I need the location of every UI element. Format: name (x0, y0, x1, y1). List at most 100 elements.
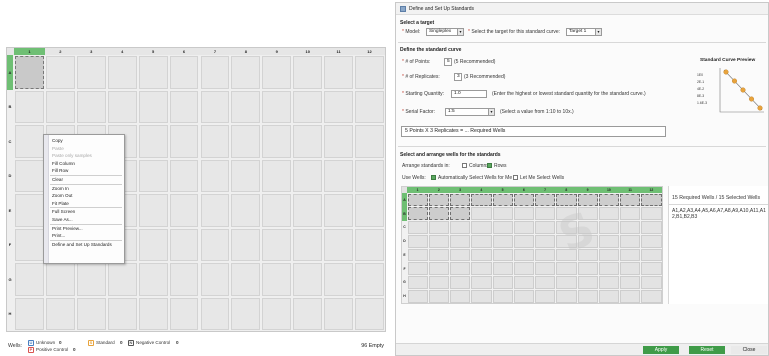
mini-plate-well[interactable] (556, 193, 577, 207)
mini-plate-column-label[interactable]: 9 (577, 187, 599, 193)
rows-checkbox[interactable] (487, 163, 492, 168)
plate-well[interactable] (15, 56, 44, 89)
plate-well[interactable] (45, 56, 75, 89)
plate-well[interactable] (107, 297, 137, 330)
plate-row-label[interactable]: E (7, 193, 13, 228)
mini-plate-well[interactable] (641, 276, 662, 289)
mini-plate-column-label[interactable]: 12 (640, 187, 662, 193)
plate-well[interactable] (262, 90, 292, 123)
plate-well[interactable] (231, 90, 261, 123)
model-select[interactable]: Singleplex ▼ (426, 28, 464, 36)
mini-plate-well[interactable] (577, 207, 598, 220)
plate-well[interactable] (262, 194, 292, 227)
mini-plate-well[interactable] (641, 207, 662, 220)
plate-well[interactable] (107, 56, 137, 89)
plate-well[interactable] (76, 56, 106, 89)
auto-select-checkbox[interactable] (431, 175, 436, 180)
plate-well[interactable] (107, 90, 137, 123)
mini-plate-well[interactable] (513, 289, 534, 303)
plate-well[interactable] (107, 263, 137, 296)
plate-well[interactable] (262, 263, 292, 296)
plate-well[interactable] (324, 194, 354, 227)
plate-well[interactable] (200, 159, 230, 192)
context-menu-item[interactable]: Zoom In (52, 186, 69, 191)
mini-plate-well[interactable] (598, 262, 619, 275)
plate-row-label[interactable]: D (7, 159, 13, 194)
mini-plate-well[interactable] (598, 234, 619, 248)
mini-plate-well[interactable] (428, 276, 449, 289)
context-menu-item[interactable]: Fill Column (52, 161, 75, 166)
plate-well[interactable] (200, 90, 230, 123)
plate-row-label[interactable]: G (7, 262, 13, 297)
mini-plate-well[interactable] (641, 262, 662, 275)
mini-plate-well[interactable] (450, 276, 471, 289)
mini-plate-well[interactable] (535, 207, 556, 220)
plate-column-label[interactable]: 4 (107, 48, 138, 55)
plate-well[interactable] (231, 56, 261, 89)
plate-well[interactable] (15, 125, 44, 158)
mini-plate-well[interactable] (428, 234, 449, 248)
plate-well[interactable] (355, 159, 384, 192)
plate-well[interactable] (15, 263, 44, 296)
plate-well[interactable] (169, 297, 199, 330)
mini-plate-well[interactable] (577, 248, 598, 262)
mini-plate-well[interactable] (407, 207, 428, 220)
plate-well[interactable] (169, 263, 199, 296)
plate-well[interactable] (324, 297, 354, 330)
plate-well[interactable] (355, 194, 384, 227)
mini-plate-well[interactable] (556, 234, 577, 248)
plate-well[interactable] (324, 90, 354, 123)
plate-well[interactable] (231, 125, 261, 158)
mini-plate-well[interactable] (620, 234, 641, 248)
plate-well[interactable] (15, 159, 44, 192)
plate-well[interactable] (293, 194, 323, 227)
mini-plate-well[interactable] (492, 193, 513, 207)
mini-plate-well[interactable] (450, 221, 471, 234)
plate-column-label[interactable]: 12 (354, 48, 385, 55)
plate-well[interactable] (169, 90, 199, 123)
plate-well[interactable] (15, 297, 44, 330)
plate-well[interactable] (231, 194, 261, 227)
plate-well[interactable] (355, 228, 384, 261)
mini-plate-well[interactable] (577, 221, 598, 234)
plate-row-label[interactable]: B (7, 90, 13, 125)
plate-well[interactable] (169, 194, 199, 227)
plate-well[interactable] (200, 228, 230, 261)
mini-plate-well[interactable] (535, 234, 556, 248)
mini-plate-well[interactable] (471, 289, 492, 303)
plate-well[interactable] (76, 90, 106, 123)
mini-plate-well[interactable] (492, 234, 513, 248)
mini-plate-well[interactable] (598, 221, 619, 234)
plate-well[interactable] (76, 263, 106, 296)
mini-plate-well[interactable] (641, 221, 662, 234)
plate-column-label[interactable]: 11 (323, 48, 354, 55)
mini-plate-row-label[interactable]: F (402, 262, 407, 276)
mini-plate-well[interactable] (556, 221, 577, 234)
mini-plate-well[interactable] (535, 248, 556, 262)
plate-well[interactable] (15, 90, 44, 123)
mini-plate-well[interactable] (641, 248, 662, 262)
mini-plate-well[interactable] (641, 289, 662, 303)
plate-well[interactable] (200, 263, 230, 296)
points-input[interactable]: 5 (444, 58, 452, 66)
mini-plate-column-label[interactable]: 10 (598, 187, 620, 193)
plate-column-label[interactable]: 10 (292, 48, 323, 55)
plate-well[interactable] (45, 263, 75, 296)
plate-well[interactable] (15, 228, 44, 261)
context-menu-item[interactable]: Paste (52, 146, 64, 151)
plate-well[interactable] (262, 159, 292, 192)
mini-plate-well[interactable] (535, 276, 556, 289)
mini-plate-well[interactable] (492, 221, 513, 234)
plate-well[interactable] (138, 297, 168, 330)
plate-well[interactable] (231, 159, 261, 192)
mini-plate-well[interactable] (513, 193, 534, 207)
plate-column-label[interactable]: 3 (76, 48, 107, 55)
mini-plate-well[interactable] (492, 248, 513, 262)
mini-plate-well[interactable] (620, 193, 641, 207)
mini-plate-column-label[interactable]: 3 (449, 187, 471, 193)
mini-plate-row-label[interactable]: G (402, 276, 407, 290)
plate-well[interactable] (169, 125, 199, 158)
plate-well[interactable] (293, 159, 323, 192)
plate-row-label[interactable]: H (7, 297, 13, 332)
plate-well[interactable] (138, 159, 168, 192)
